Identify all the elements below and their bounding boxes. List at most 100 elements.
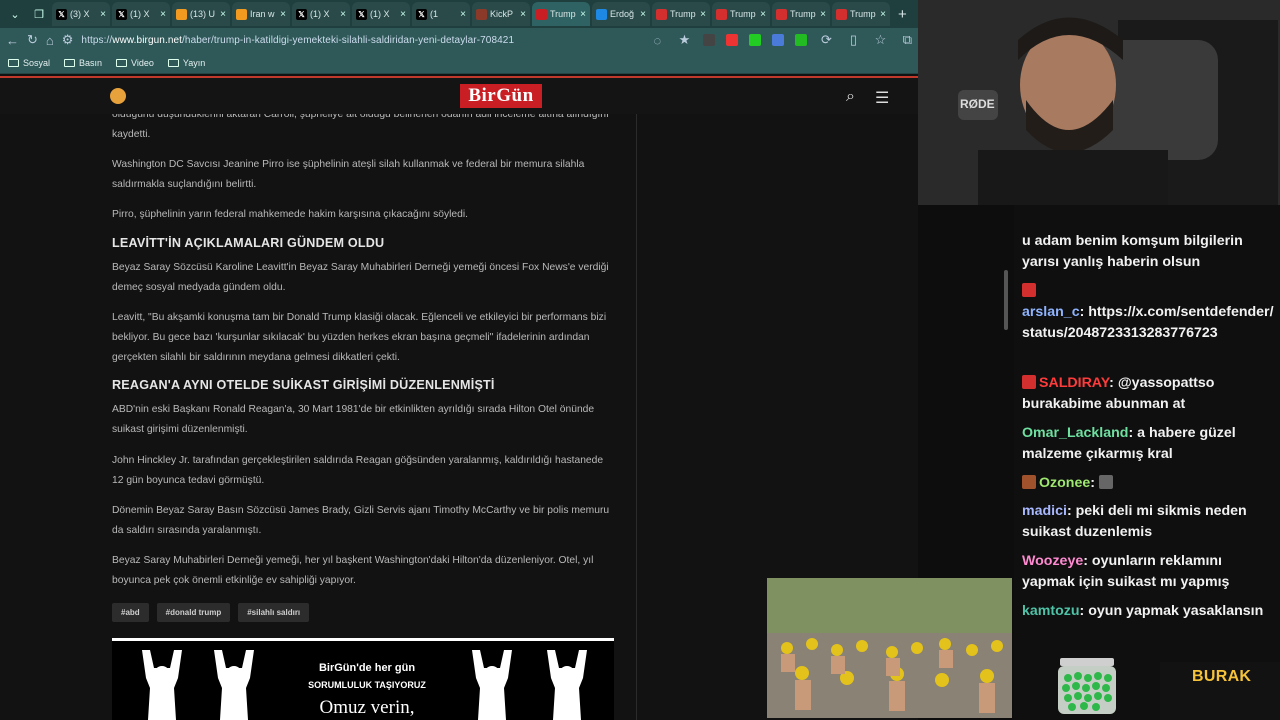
close-tab-icon[interactable]: × <box>520 9 526 20</box>
home-icon[interactable]: ⌂ <box>46 33 54 48</box>
mic-label: RØDE <box>960 97 995 111</box>
close-tab-icon[interactable]: × <box>640 9 646 20</box>
close-tab-icon[interactable]: × <box>580 9 586 20</box>
collections-icon[interactable]: ⧉ <box>899 32 915 48</box>
ext-icon[interactable] <box>726 34 739 46</box>
orange-app-icon <box>176 8 187 20</box>
translate-icon[interactable] <box>772 34 785 46</box>
tag[interactable]: #abd <box>112 603 149 622</box>
gem-jar-widget <box>1058 658 1116 714</box>
chat-username[interactable]: Woozeye <box>1022 553 1083 569</box>
site-info-icon[interactable]: ⚙ <box>62 32 74 48</box>
new-tab-button[interactable]: + <box>892 6 913 23</box>
browser-tab[interactable]: Iran w × <box>232 2 290 26</box>
tabs: 𝕏 (3) X × 𝕏 (1) X × (13) U × Iran w × 𝕏 (1) X × 𝕏 (1) … <box>52 2 890 26</box>
chat-scrollbar[interactable] <box>1004 270 1008 330</box>
close-tab-icon[interactable]: × <box>880 9 886 20</box>
figure-illustration <box>142 650 182 720</box>
subscription-banner[interactable]: BirGün'de her gün SORUMLULUK TAŞIYORUZ O… <box>112 638 614 720</box>
tab-title: Trump <box>730 9 756 19</box>
tab-title: Trump <box>850 9 876 19</box>
address-bar: ← ↻ ⌂ ⚙ https://www.birgun.net/haber/tru… <box>0 28 993 52</box>
bookmark-basin[interactable]: Basın <box>64 58 102 68</box>
bookmark-yayin[interactable]: Yayın <box>167 58 205 68</box>
split-icon[interactable]: ▯ <box>845 32 861 48</box>
message-text: u adam benim komşum bilgilerin yarısı ya… <box>1022 233 1243 270</box>
favorites-icon[interactable]: ☆ <box>872 32 888 48</box>
browser-tab[interactable]: 𝕏 (1) X × <box>292 2 350 26</box>
browser-tab[interactable]: 𝕏 (3) X × <box>52 2 110 26</box>
folder-icon <box>116 58 128 67</box>
ext-icon[interactable] <box>703 34 716 46</box>
news-icon <box>716 8 727 20</box>
folder-icon <box>64 58 76 67</box>
section-heading: LEAVİTT'İN AÇIKLAMALARI GÜNDEM OLDU <box>112 236 385 250</box>
bookmark-sosyal[interactable]: Sosyal <box>8 58 50 68</box>
tab-bar: ⌄ ❐ 𝕏 (3) X × 𝕏 (1) X × (13) U × Iran w × 𝕏 (1) X × 𝕏… <box>0 0 918 28</box>
close-tab-icon[interactable]: × <box>280 9 286 20</box>
close-tab-icon[interactable]: × <box>820 9 826 20</box>
paragraph: John Hinckley Jr. tarafından gerçekleşti… <box>112 455 604 486</box>
paragraph: Beyaz Saray Sözcüsü Karoline Leavitt'in … <box>112 262 609 293</box>
close-tab-icon[interactable]: × <box>220 9 226 20</box>
tag-list: #abd #donald trump #silahlı saldırı <box>112 603 310 622</box>
star-icon[interactable]: ★ <box>676 32 692 48</box>
x-logo: 𝕏 <box>296 8 307 20</box>
bookmark-label: Basın <box>79 57 103 68</box>
news-icon <box>776 8 787 20</box>
streamer-name: BURAK <box>1192 668 1252 685</box>
browser-tab[interactable]: KickP × <box>472 2 530 26</box>
close-tab-icon[interactable]: × <box>100 9 106 20</box>
browser-tab[interactable]: Erdoğ × <box>592 2 650 26</box>
reload-icon[interactable]: ↻ <box>27 32 38 48</box>
ext-icon[interactable] <box>749 34 762 46</box>
browser-tab[interactable]: Trump × <box>652 2 710 26</box>
browser-tab[interactable]: 𝕏 (1) X × <box>112 2 170 26</box>
folder-icon <box>8 58 19 67</box>
tab-title: KickP <box>490 9 514 19</box>
close-tab-icon[interactable]: × <box>160 9 166 20</box>
close-tab-icon[interactable]: × <box>700 9 706 20</box>
close-tab-icon[interactable]: × <box>340 9 346 20</box>
workspaces-icon[interactable]: ❐ <box>28 3 50 25</box>
browser-tab[interactable]: Trump × <box>712 2 770 26</box>
site-logo[interactable]: BirGün <box>460 84 542 108</box>
close-tab-icon[interactable]: × <box>400 9 406 20</box>
chat-username[interactable]: SALDIRAY <box>1039 375 1109 391</box>
dark-mode-toggle-icon[interactable] <box>110 88 126 104</box>
badge-icon <box>1022 283 1036 297</box>
ext-icon[interactable] <box>795 34 808 46</box>
bookmark-label: Sosyal <box>23 57 51 68</box>
browser-tab[interactable]: Trump × <box>532 2 590 26</box>
url-field[interactable]: https://www.birgun.net/haber/trump-in-ka… <box>81 35 601 46</box>
tab-title: (1) X <box>370 9 390 19</box>
menu-icon[interactable]: ☰ <box>875 88 889 108</box>
close-tab-icon[interactable]: × <box>760 9 766 20</box>
chat-message: kamtozu: oyun yapmak yasaklansın <box>1022 603 1264 619</box>
chat-username[interactable]: kamtozu <box>1022 603 1080 619</box>
url-path: /haber/trump-in-katildigi-yemekteki-sila… <box>182 34 515 46</box>
x-logo: 𝕏 <box>56 8 67 20</box>
extensions-icon[interactable]: ⟳ <box>818 32 834 48</box>
tab-list-icon[interactable]: ⌄ <box>4 3 26 25</box>
picture-in-picture-video[interactable] <box>767 578 1012 718</box>
browser-tab[interactable]: (13) U × <box>172 2 230 26</box>
chat-username[interactable]: Ozonee <box>1039 475 1090 491</box>
browser-tab[interactable]: 𝕏 (1 × <box>412 2 470 26</box>
chat-username[interactable]: Omar_Lackland <box>1022 425 1128 441</box>
browser-tab[interactable]: Trump × <box>772 2 830 26</box>
browser-tab[interactable]: 𝕏 (1) X × <box>352 2 410 26</box>
close-tab-icon[interactable]: × <box>460 9 466 20</box>
chat-username[interactable]: madici <box>1022 503 1067 519</box>
figure-illustration <box>547 650 587 720</box>
back-icon[interactable]: ← <box>6 33 19 48</box>
share-icon[interactable]: ◌ <box>649 33 665 48</box>
chat-message: madici: peki deli mi sikmis neden suikas… <box>1022 503 1247 540</box>
tag[interactable]: #donald trump <box>156 603 231 622</box>
tag[interactable]: #silahlı saldırı <box>238 603 310 622</box>
browser-tab[interactable]: Trump × <box>832 2 890 26</box>
search-icon[interactable]: ⌕ <box>846 88 855 106</box>
banner-slogan: Omuz verin, <box>319 697 415 718</box>
chat-username[interactable]: arslan_c <box>1022 304 1080 320</box>
bookmark-video[interactable]: Video <box>116 58 154 68</box>
